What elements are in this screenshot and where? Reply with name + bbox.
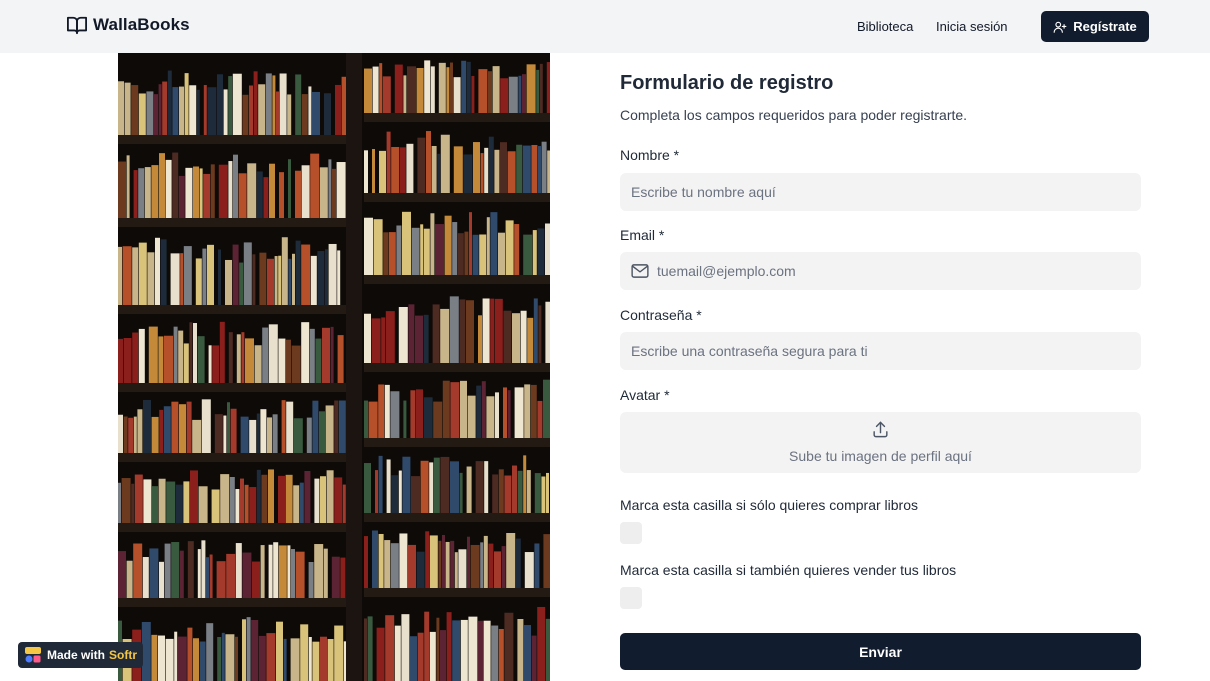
email-input[interactable]: tuemail@ejemplo.com — [620, 252, 1141, 290]
name-input[interactable]: Escribe tu nombre aquí — [620, 173, 1141, 211]
badge-prefix: Made with — [47, 648, 106, 662]
email-placeholder: tuemail@ejemplo.com — [657, 263, 796, 279]
password-input[interactable]: Escribe una contraseña segura para ti — [620, 332, 1141, 370]
nav-link-biblioteca[interactable]: Biblioteca — [857, 19, 913, 34]
submit-button[interactable]: Enviar — [620, 633, 1141, 670]
bookshelf-illustration — [118, 53, 550, 681]
brand-logo[interactable]: WallaBooks — [66, 15, 190, 35]
badge-brand: Softr — [109, 648, 138, 662]
book-open-icon — [66, 15, 88, 35]
mail-icon — [631, 264, 649, 278]
also-sell-checkbox[interactable] — [620, 587, 642, 609]
navbar: WallaBooks Biblioteca Inicia sesión Regí… — [0, 0, 1210, 53]
form-title: Formulario de registro — [620, 72, 834, 94]
upload-text: Sube tu imagen de perfil aquí — [789, 448, 972, 464]
email-label: Email * — [620, 227, 665, 243]
brand-name: WallaBooks — [93, 15, 190, 34]
name-label: Nombre * — [620, 147, 680, 163]
avatar-label: Avatar * — [620, 387, 670, 403]
name-placeholder: Escribe tu nombre aquí — [631, 184, 776, 200]
password-placeholder: Escribe una contraseña segura para ti — [631, 343, 868, 359]
nav-link-login[interactable]: Inicia sesión — [936, 19, 1008, 34]
form-subtitle: Completa los campos requeridos para pode… — [620, 107, 968, 123]
softr-logo-icon — [25, 647, 41, 663]
made-with-softr-badge[interactable]: Made with Softr — [18, 642, 143, 668]
signup-button[interactable]: Regístrate — [1041, 11, 1149, 42]
buy-only-checkbox[interactable] — [620, 522, 642, 544]
also-sell-label: Marca esta casilla si también quieres ve… — [620, 562, 957, 578]
signup-label: Regístrate — [1073, 19, 1137, 34]
avatar-upload[interactable]: Sube tu imagen de perfil aquí — [620, 412, 1141, 473]
upload-icon — [871, 420, 890, 444]
user-plus-icon — [1053, 20, 1067, 34]
password-label: Contraseña * — [620, 307, 702, 323]
bookshelf-photo — [118, 53, 550, 681]
buy-only-label: Marca esta casilla si sólo quieres compr… — [620, 497, 918, 513]
